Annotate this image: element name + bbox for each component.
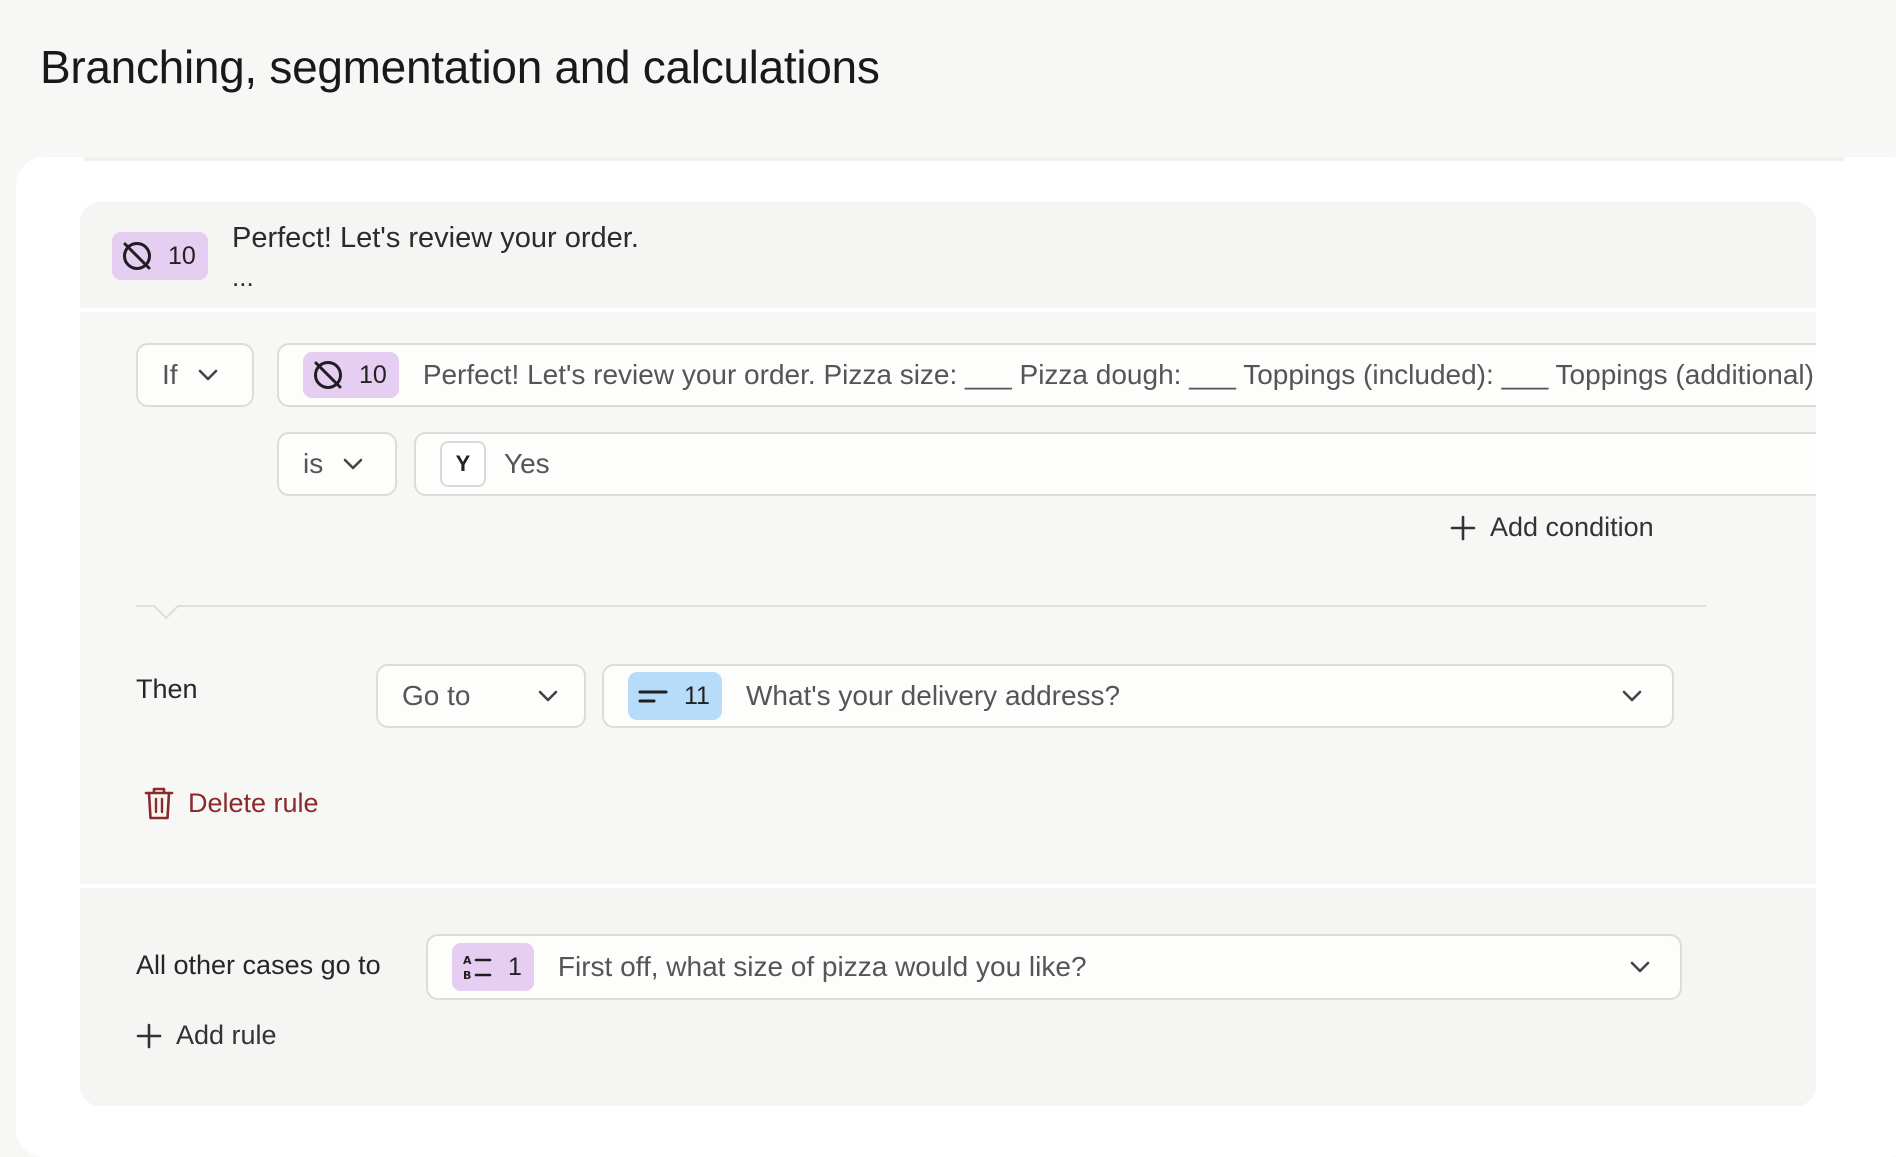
add-condition-label: Add condition — [1490, 512, 1654, 542]
svg-text:A: A — [463, 954, 472, 967]
question-ellipsis: ... — [232, 262, 254, 292]
fallback-question-number: 1 — [508, 952, 522, 981]
fallback-question-select[interactable]: A B 1 First off, what size of pizza woul… — [426, 934, 1682, 1000]
question-title: Perfect! Let's review your order. — [232, 222, 639, 254]
add-rule-button[interactable]: Add rule — [136, 1020, 277, 1051]
fallback-question-badge: A B 1 — [452, 943, 534, 991]
condition-value-select[interactable]: Y Yes — [414, 432, 1816, 496]
operator-select[interactable]: is — [277, 432, 397, 496]
trash-icon — [144, 787, 174, 820]
condition-question-select[interactable]: 10 Perfect! Let's review your order. Piz… — [277, 343, 1816, 407]
destination-question-text: What's your delivery address? — [745, 680, 1121, 711]
destination-question-select[interactable]: 11 What's your delivery address? — [602, 664, 1674, 728]
chevron-down-icon — [538, 690, 558, 702]
chevron-down-icon — [198, 369, 217, 381]
operator-label: is — [303, 448, 324, 479]
svg-text:B: B — [463, 969, 471, 982]
if-select-label: If — [162, 359, 178, 390]
fallback-label: All other cases go to — [136, 950, 381, 980]
delete-rule-button[interactable]: Delete rule — [144, 786, 319, 820]
add-rule-label: Add rule — [176, 1020, 277, 1050]
multiple-choice-icon: A B — [463, 954, 492, 982]
question-badge: 10 — [112, 232, 208, 280]
condition-question-text: Perfect! Let's review your order. Pizza … — [422, 359, 1816, 390]
plus-icon — [136, 1023, 162, 1048]
rule-divider — [136, 605, 1706, 620]
choice-key-badge: Y — [440, 441, 486, 487]
question-header[interactable]: 10 Perfect! Let's review your order. ... — [80, 202, 1816, 312]
panel-top-divider — [84, 157, 1844, 161]
action-select[interactable]: Go to — [376, 664, 586, 728]
logic-card: 10 Perfect! Let's review your order. ...… — [80, 202, 1816, 1106]
destination-question-number: 11 — [684, 681, 710, 710]
statement-icon — [314, 361, 342, 389]
logic-rule: If 10 Perfect! Let's review your order. … — [80, 316, 1816, 880]
action-label: Go to — [402, 680, 471, 711]
chevron-down-icon — [343, 458, 363, 470]
if-select[interactable]: If — [136, 343, 254, 407]
add-condition-button[interactable]: Add condition — [1450, 512, 1654, 543]
chevron-down-icon — [1630, 961, 1650, 973]
page-title: Branching, segmentation and calculations — [40, 41, 880, 93]
question-number: 10 — [168, 241, 196, 270]
statement-icon — [123, 242, 151, 270]
condition-question-number: 10 — [359, 360, 387, 389]
destination-question-badge: 11 — [628, 672, 722, 720]
condition-question-badge: 10 — [303, 352, 399, 398]
fallback-question-text: First off, what size of pizza would you … — [557, 951, 1087, 982]
chevron-down-icon — [1622, 690, 1642, 702]
condition-value-label: Yes — [504, 448, 550, 479]
delete-rule-label: Delete rule — [188, 787, 319, 818]
then-label: Then — [136, 674, 198, 704]
fallback-section: All other cases go to A B 1 First off, w… — [80, 884, 1816, 1106]
plus-icon — [1450, 515, 1476, 540]
short-text-icon — [638, 690, 668, 703]
